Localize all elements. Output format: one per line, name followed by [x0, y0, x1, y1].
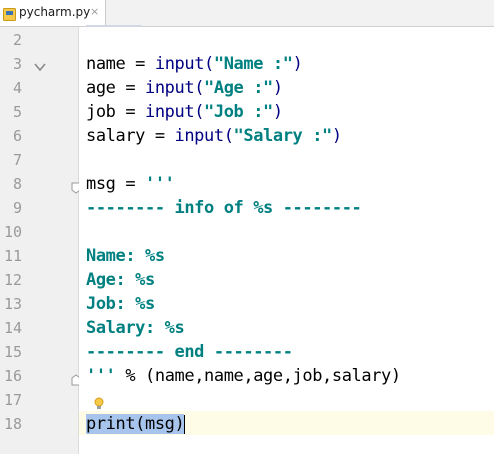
- code-token: ): [292, 54, 303, 74]
- line-number: 16: [3, 367, 22, 385]
- selected-code-token: print(msg): [86, 414, 185, 434]
- code-line[interactable]: -------- info of %s --------: [86, 196, 362, 220]
- lightbulb-icon[interactable]: [93, 396, 105, 410]
- code-token: "Name :": [213, 54, 293, 74]
- code-token: ''': [145, 174, 175, 194]
- code-token: input(: [174, 126, 234, 146]
- code-token: input(: [154, 54, 214, 74]
- code-token: ): [272, 78, 283, 98]
- code-line[interactable]: Name: %s: [86, 244, 165, 268]
- python-file-icon: [3, 6, 16, 21]
- code-token: -------- info of %s --------: [86, 198, 362, 218]
- code-line[interactable]: -------- end --------: [86, 340, 293, 364]
- code-token: input(: [145, 102, 205, 122]
- line-number: 8: [12, 175, 22, 193]
- code-line[interactable]: salary = input("Salary :"): [86, 124, 342, 148]
- line-number: 10: [3, 223, 22, 241]
- code-token: Job: %s: [86, 294, 155, 314]
- line-number: 4: [12, 79, 22, 97]
- line-number-gutter: 2 3 4 5 6 7 8 9 10 11 12 13 14 15 16 17 18: [0, 27, 81, 454]
- code-token: name =: [86, 54, 155, 74]
- code-line[interactable]: name = input("Name :"): [86, 52, 303, 76]
- tab-filename: pycharm.py: [19, 5, 91, 19]
- line-number: 11: [3, 247, 22, 265]
- code-line[interactable]: Age: %s: [86, 268, 155, 292]
- code-token: input(: [145, 78, 205, 98]
- text-caret: [184, 414, 186, 434]
- line-number: 5: [12, 103, 22, 121]
- line-number: 7: [12, 151, 22, 169]
- code-token: msg =: [86, 174, 146, 194]
- code-token: ): [331, 126, 342, 146]
- code-token: ): [272, 102, 283, 122]
- code-line[interactable]: job = input("Job :"): [86, 100, 283, 124]
- line-number: 18: [3, 415, 22, 433]
- line-number: 13: [3, 295, 22, 313]
- code-line[interactable]: age = input("Age :"): [86, 76, 283, 100]
- code-line[interactable]: Job: %s: [86, 292, 155, 316]
- code-line[interactable]: msg = ''': [86, 172, 175, 196]
- fold-expanded-icon[interactable]: [33, 59, 47, 73]
- code-token: % (name,name,age,job,salary): [115, 366, 401, 386]
- line-number: 17: [3, 391, 22, 409]
- tab-pycharm-py[interactable]: pycharm.py ×: [0, 0, 106, 26]
- close-icon[interactable]: ×: [90, 4, 99, 20]
- code-editor[interactable]: name = input("Name :") age = input("Age :…: [79, 27, 494, 454]
- line-number: 6: [12, 127, 22, 145]
- code-token: Name: %s: [86, 246, 165, 266]
- code-line[interactable]: print(msg): [86, 412, 186, 436]
- code-token: ''': [86, 366, 116, 386]
- code-token: -------- end --------: [86, 342, 293, 362]
- code-token: "Age :": [204, 78, 273, 98]
- code-token: Age: %s: [86, 270, 155, 290]
- code-token: salary =: [86, 126, 175, 146]
- line-number: 3: [12, 55, 22, 73]
- code-token: job =: [86, 102, 146, 122]
- code-line[interactable]: ''' % (name,name,age,job,salary): [86, 364, 401, 388]
- line-number: 14: [3, 319, 22, 337]
- editor-tab-bar: pycharm.py ×: [0, 0, 494, 27]
- line-number: 12: [3, 271, 22, 289]
- code-token: "Salary :": [233, 126, 333, 146]
- code-token: age =: [86, 78, 146, 98]
- code-token: Salary: %s: [86, 318, 185, 338]
- pycharm-editor-window: pycharm.py × 2 3 4 5 6 7 8 9 10 11 12 13 14 15 16 17 18: [0, 0, 494, 454]
- code-line[interactable]: Salary: %s: [86, 316, 185, 340]
- line-number: 2: [12, 31, 22, 49]
- code-token: "Job :": [204, 102, 273, 122]
- line-number: 9: [12, 199, 22, 217]
- line-number: 15: [3, 343, 22, 361]
